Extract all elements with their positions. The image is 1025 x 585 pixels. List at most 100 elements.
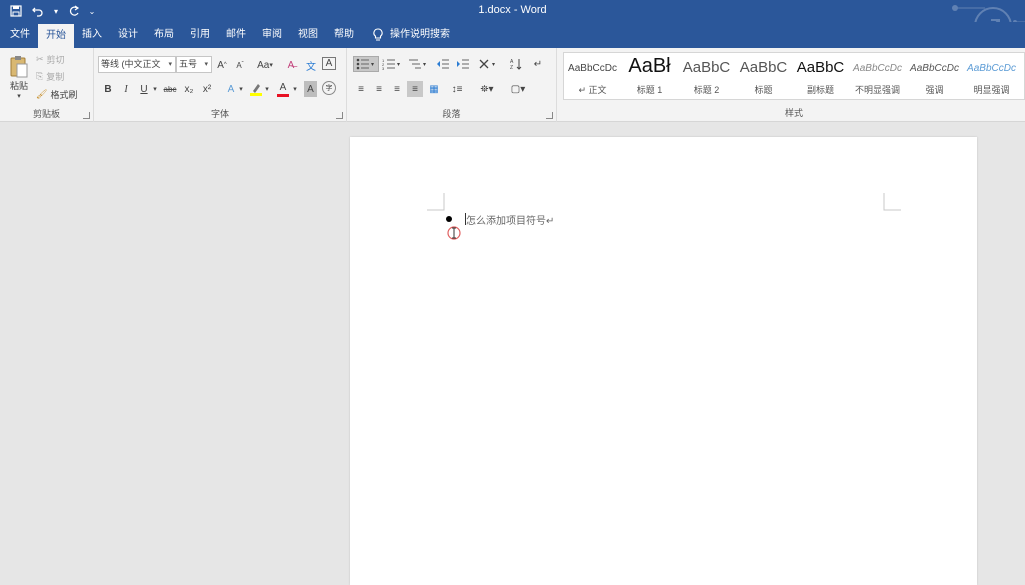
distributed-icon[interactable]: ▦ bbox=[427, 81, 441, 97]
clipboard-group: 粘贴 ▾ ✂ 剪切 ⎘ 复制 🖌 格式刷 剪贴板 bbox=[0, 48, 94, 122]
tab-mailings[interactable]: 邮件 bbox=[218, 22, 254, 48]
shading-icon[interactable]: ⛯▾ bbox=[477, 81, 497, 97]
paragraph-launcher-icon[interactable] bbox=[546, 112, 553, 119]
highlight-color-icon[interactable] bbox=[248, 81, 264, 97]
font-group: 等线 (中文正文 ▾ 五号 ▾ A ^ Aˇ Aa ▾ A̶ 文 A B I U ▾… bbox=[94, 48, 347, 122]
document-page[interactable]: 怎么添加项目符号↵ bbox=[350, 137, 977, 585]
svg-text:▾: ▾ bbox=[492, 62, 495, 68]
character-border-icon[interactable]: A bbox=[322, 57, 336, 70]
tab-layout[interactable]: 布局 bbox=[146, 22, 182, 48]
phonetic-guide-icon[interactable]: 文 bbox=[304, 57, 318, 73]
bold-button[interactable]: B bbox=[102, 81, 114, 97]
bullets-button[interactable]: ▾ bbox=[353, 56, 379, 72]
cut-label: 剪切 bbox=[46, 54, 65, 65]
svg-text:Z: Z bbox=[510, 65, 513, 70]
paintbrush-icon: 🖌 bbox=[36, 88, 48, 99]
clipboard-launcher-icon[interactable] bbox=[83, 112, 90, 119]
style-normal[interactable]: AaBbCcDc ↵ 正文 bbox=[564, 53, 621, 99]
borders-icon[interactable]: ▢▾ bbox=[507, 81, 529, 97]
scissors-icon: ✂ bbox=[36, 53, 44, 64]
styles-gallery: AaBbCcDc ↵ 正文 AaBł 标题 1 AaBbC 标题 2 AaBbC… bbox=[563, 52, 1025, 100]
style-heading-2[interactable]: AaBbC 标题 2 bbox=[678, 53, 735, 99]
align-left-icon[interactable]: ≡ bbox=[355, 81, 367, 97]
strikethrough-button[interactable]: abc bbox=[162, 81, 178, 97]
increase-indent-icon[interactable] bbox=[455, 56, 471, 72]
ibeam-cursor-icon bbox=[447, 226, 461, 240]
line-spacing-icon[interactable]: ↕≡ bbox=[447, 81, 467, 97]
paste-button[interactable]: 粘贴 ▾ bbox=[6, 54, 32, 100]
superscript-button[interactable]: x² bbox=[200, 81, 214, 97]
font-launcher-icon[interactable] bbox=[336, 112, 343, 119]
font-color-letter: A bbox=[279, 81, 287, 93]
enclose-characters-button[interactable]: 字 bbox=[322, 81, 336, 95]
shrink-font-button[interactable]: Aˇ bbox=[234, 57, 246, 73]
change-case-button[interactable]: Aa ▾ bbox=[254, 57, 276, 73]
sort-icon[interactable]: AZ bbox=[509, 56, 523, 72]
align-center-icon[interactable]: ≡ bbox=[373, 81, 385, 97]
copy-label: 复制 bbox=[46, 71, 65, 82]
text-effects-dropdown-icon[interactable]: ▾ bbox=[238, 81, 244, 97]
font-color-button[interactable]: A bbox=[276, 79, 290, 99]
tab-help[interactable]: 帮助 bbox=[326, 22, 362, 48]
style-intense-emphasis[interactable]: AaBbCcDc 明显强调 bbox=[963, 53, 1020, 99]
format-painter-button[interactable]: 🖌 格式刷 bbox=[36, 87, 77, 101]
style-subtitle[interactable]: AaBbC 副标题 bbox=[792, 53, 849, 99]
font-size-combo[interactable]: 五号 ▾ bbox=[176, 56, 212, 73]
clear-formatting-icon[interactable]: A̶ bbox=[284, 57, 298, 73]
font-color-dropdown-icon[interactable]: ▾ bbox=[292, 81, 298, 97]
font-color-bar bbox=[277, 93, 289, 97]
chinese-layout-icon[interactable]: ▾ bbox=[477, 56, 499, 72]
font-group-label: 字体 bbox=[210, 109, 229, 119]
style-subtle-emphasis[interactable]: AaBbCcDc 不明显强调 bbox=[849, 53, 906, 99]
copy-icon: ⎘ bbox=[36, 70, 44, 81]
tab-review[interactable]: 审阅 bbox=[254, 22, 290, 48]
show-formatting-marks-icon[interactable]: ↵ bbox=[531, 56, 545, 72]
chevron-down-icon: ▾ bbox=[204, 61, 208, 68]
tab-file[interactable]: 文件 bbox=[2, 22, 38, 48]
paste-dropdown-icon[interactable]: ▾ bbox=[17, 92, 21, 100]
clipboard-icon bbox=[10, 55, 28, 77]
font-size-value: 五号 bbox=[179, 59, 198, 69]
numbering-icon[interactable]: 1 2 3 ▾ bbox=[381, 56, 403, 72]
paste-label: 粘贴 bbox=[9, 80, 28, 91]
justify-icon[interactable]: ≡ bbox=[407, 81, 423, 97]
svg-text:▾: ▾ bbox=[371, 62, 374, 68]
cut-button[interactable]: ✂ 剪切 bbox=[36, 52, 65, 66]
lightbulb-icon bbox=[373, 28, 383, 41]
tab-view[interactable]: 视图 bbox=[290, 22, 326, 48]
tab-insert[interactable]: 插入 bbox=[74, 22, 110, 48]
clipboard-group-label: 剪贴板 bbox=[32, 109, 60, 119]
font-name-combo[interactable]: 等线 (中文正文 ▾ bbox=[98, 56, 176, 73]
title-bar: ▾ ⌄ 1.docx - Word bbox=[0, 0, 1025, 45]
multilevel-list-icon[interactable]: ▾ bbox=[407, 56, 429, 72]
style-heading-1[interactable]: AaBł 标题 1 bbox=[621, 53, 678, 99]
style-emphasis[interactable]: AaBbCcDc 强调 bbox=[906, 53, 963, 99]
tell-me-search[interactable]: 操作说明搜索 bbox=[362, 22, 458, 48]
tab-design[interactable]: 设计 bbox=[110, 22, 146, 48]
styles-group-label: 样式 bbox=[784, 108, 803, 118]
copy-button[interactable]: ⎘ 复制 bbox=[36, 69, 64, 83]
svg-text:▾: ▾ bbox=[423, 62, 426, 68]
style-title[interactable]: AaBbC 标题 bbox=[735, 53, 792, 99]
ribbon-tabs: 文件 开始 插入 设计 布局 引用 邮件 审阅 视图 帮助 操作说明搜索 bbox=[0, 22, 1025, 48]
decrease-indent-icon[interactable] bbox=[435, 56, 451, 72]
margin-corner-top-left bbox=[427, 193, 445, 211]
underline-button[interactable]: U bbox=[138, 81, 150, 97]
bullet-text[interactable]: 怎么添加项目符号↵ bbox=[466, 212, 554, 227]
underline-dropdown-icon[interactable]: ▾ bbox=[152, 81, 158, 97]
character-shading-button[interactable]: A bbox=[304, 81, 317, 97]
tab-references[interactable]: 引用 bbox=[182, 22, 218, 48]
window-title: 1.docx - Word bbox=[478, 4, 547, 16]
ribbon: 粘贴 ▾ ✂ 剪切 ⎘ 复制 🖌 格式刷 剪贴板 等线 (中文正文 ▾ 五号 ▾… bbox=[0, 48, 1025, 122]
bullet-point bbox=[446, 216, 452, 222]
grow-font-button[interactable]: A ^ bbox=[216, 57, 228, 73]
format-painter-label: 格式刷 bbox=[50, 89, 78, 100]
italic-button[interactable]: I bbox=[120, 81, 132, 97]
chevron-down-icon: ▾ bbox=[168, 61, 172, 68]
subscript-button[interactable]: x₂ bbox=[182, 81, 196, 97]
highlight-dropdown-icon[interactable]: ▾ bbox=[264, 81, 270, 97]
text-effects-icon[interactable]: A bbox=[224, 81, 238, 97]
align-right-icon[interactable]: ≡ bbox=[391, 81, 403, 97]
tab-home[interactable]: 开始 bbox=[38, 24, 74, 48]
svg-text:▾: ▾ bbox=[397, 62, 400, 68]
